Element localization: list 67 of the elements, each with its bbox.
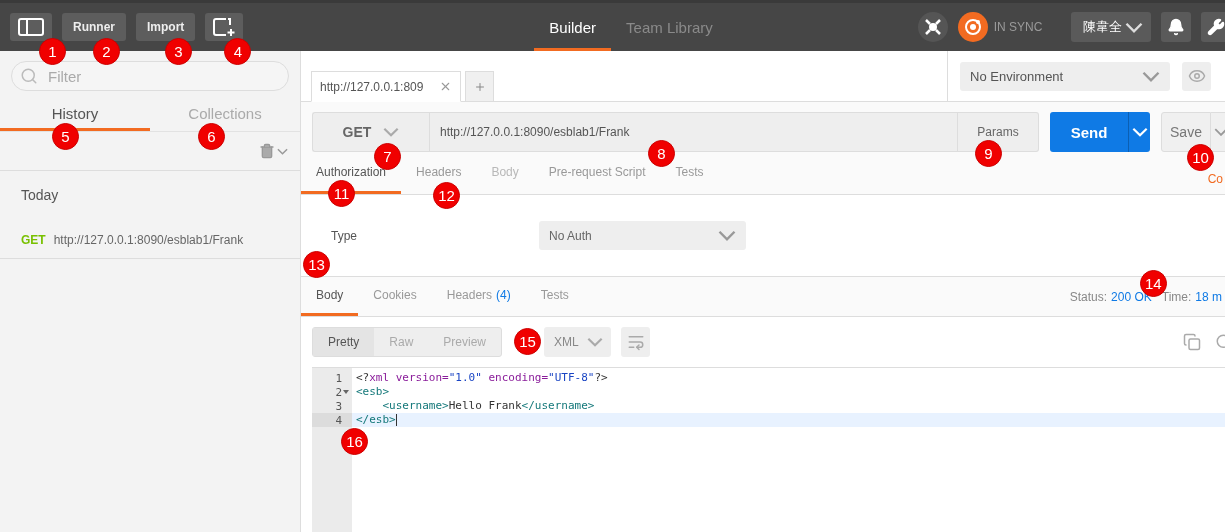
method-dropdown[interactable]: GET xyxy=(312,112,429,152)
chevron-down-icon xyxy=(1213,128,1225,136)
sidebar-icon xyxy=(18,18,44,36)
sync-button[interactable] xyxy=(957,12,988,42)
chevron-down-icon xyxy=(718,230,736,241)
number-marker: 16 xyxy=(341,428,368,455)
chevron-down-icon xyxy=(1125,21,1144,33)
line-number: 1 xyxy=(335,371,342,385)
header-tab[interactable]: Team Library xyxy=(611,3,728,51)
line-number: 4 xyxy=(335,413,342,427)
send-button[interactable]: Send xyxy=(1050,112,1128,152)
history-item[interactable]: GET http://127.0.0.1:8090/esblab1/Frank xyxy=(0,221,300,259)
sync-status: IN SYNC xyxy=(993,20,1043,34)
eye-icon xyxy=(1187,67,1206,85)
chevron-down-icon xyxy=(1142,70,1160,82)
code-line: <username>Hello Frank</username> xyxy=(381,399,595,413)
request-tab[interactable]: http://127.0.0.1:809 xyxy=(311,71,461,102)
auth-type-label: Type xyxy=(331,228,358,243)
new-window-button[interactable] xyxy=(205,13,244,41)
auth-type-dropdown[interactable]: No Auth xyxy=(539,221,746,250)
notifications-button[interactable] xyxy=(1161,12,1192,42)
response-tab[interactable]: Cookies xyxy=(358,277,432,316)
filter-input[interactable]: Filter xyxy=(46,66,266,86)
filter-bar[interactable]: Filter xyxy=(11,61,289,91)
code-line: <esb> xyxy=(355,385,390,399)
trash-icon[interactable] xyxy=(259,143,275,159)
format-dropdown[interactable]: XML xyxy=(544,327,612,357)
code-line: </esb> xyxy=(355,413,397,427)
bell-icon xyxy=(1167,18,1186,36)
wrap-icon xyxy=(626,333,645,351)
time-label: Time: xyxy=(1161,289,1192,304)
new-window-icon xyxy=(213,17,236,37)
toolbar-button[interactable]: Import xyxy=(136,13,196,41)
search-icon xyxy=(20,67,38,85)
view-mode-button[interactable]: Pretty xyxy=(313,328,375,356)
wrench-icon xyxy=(1207,18,1225,36)
plus-icon xyxy=(473,80,486,93)
satellite-icon xyxy=(923,18,942,36)
chevron-down-icon xyxy=(277,147,288,155)
close-icon[interactable] xyxy=(439,80,452,93)
code-line: <?xml version="1.0" encoding="UTF-8"?> xyxy=(355,371,608,385)
number-marker: 6 xyxy=(198,123,225,150)
sync-icon xyxy=(962,17,983,37)
settings-button[interactable] xyxy=(1201,12,1225,42)
chevron-down-icon xyxy=(383,127,400,137)
response-tab[interactable]: Tests xyxy=(525,277,584,316)
send-options-button[interactable] xyxy=(1128,112,1150,152)
environment-dropdown[interactable]: No Environment xyxy=(960,61,1170,91)
response-tab[interactable]: Headers (4) xyxy=(431,277,526,316)
history-group-label: Today xyxy=(20,186,60,205)
fold-arrow-icon[interactable] xyxy=(343,389,349,395)
number-marker: 5 xyxy=(52,123,79,150)
time-value: 18 m xyxy=(1195,289,1222,304)
sidebar-toggle-button[interactable] xyxy=(10,13,52,41)
status-label: Status: xyxy=(1069,289,1108,304)
number-marker: 12 xyxy=(433,182,461,209)
number-marker: 11 xyxy=(328,180,355,207)
number-marker: 15 xyxy=(514,328,542,355)
chevron-down-icon xyxy=(1131,127,1148,137)
line-number: 2 xyxy=(335,385,342,399)
line-number: 3 xyxy=(335,399,342,413)
number-marker: 13 xyxy=(303,251,330,278)
user-dropdown[interactable]: 陳韋全 xyxy=(1071,12,1152,42)
toolbar-button[interactable]: Runner xyxy=(62,13,126,41)
satellite-button[interactable] xyxy=(917,12,948,42)
chevron-down-icon xyxy=(587,337,604,347)
save-button[interactable]: Save xyxy=(1161,112,1211,152)
